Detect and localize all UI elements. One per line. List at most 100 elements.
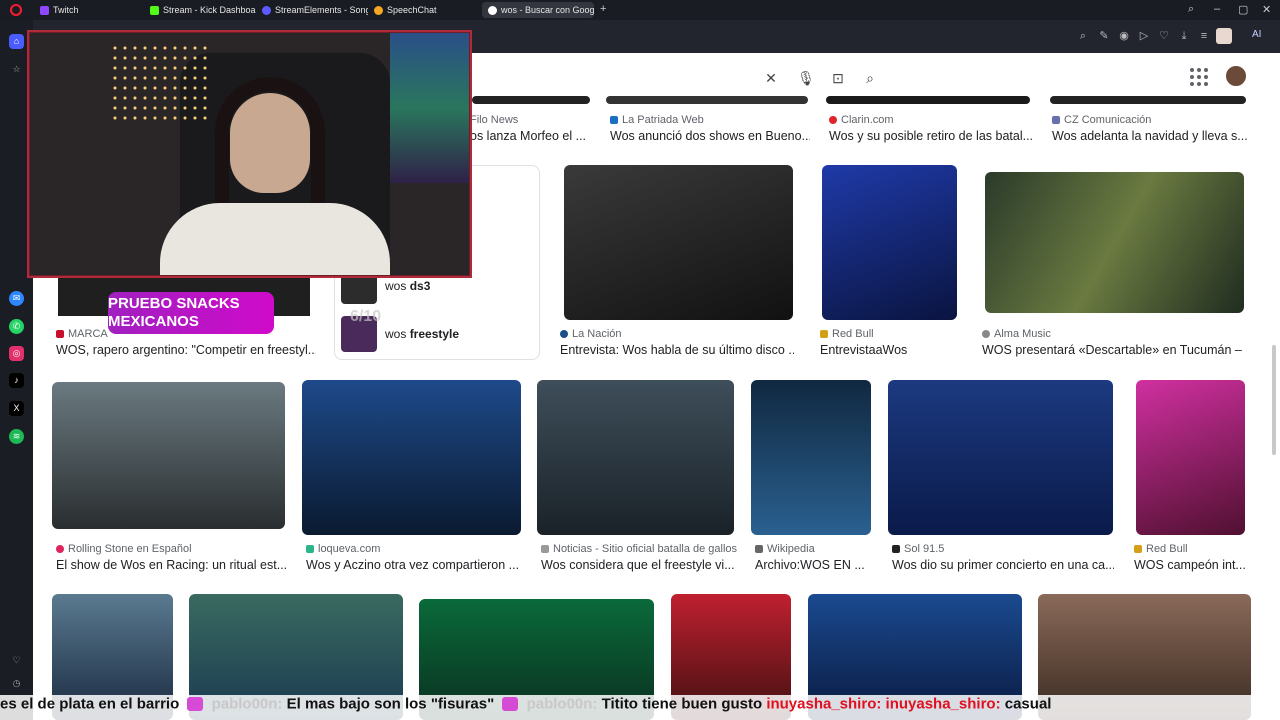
tab-label: Stream - Kick Dashboard [163, 5, 256, 15]
related-search-label: wos freestyle [385, 327, 460, 341]
page-scrollbar[interactable] [1270, 55, 1278, 695]
profile-avatar[interactable] [1216, 28, 1232, 44]
heart-sidebar-icon[interactable]: ♡ [9, 653, 24, 668]
zoom-icon[interactable]: ⌕ [1076, 29, 1090, 43]
result-caption[interactable]: Archivo:WOS EN ... [755, 558, 873, 572]
image-result[interactable] [302, 380, 521, 535]
minimize-button[interactable]: – [1214, 3, 1220, 15]
result-caption[interactable]: EntrevistaaWos [820, 343, 960, 357]
search-tabs-icon[interactable]: ⌕ [1188, 3, 1194, 16]
result-caption[interactable]: El show de Wos en Racing: un ritual est.… [56, 558, 286, 572]
result-source: loqueva.com [306, 543, 380, 555]
result-caption[interactable]: Wos y Aczino otra vez compartieron ... [306, 558, 522, 572]
edit-icon[interactable]: ✎ [1097, 29, 1111, 43]
tab-label: Twitch [53, 5, 79, 15]
result-caption[interactable]: Wos y su posible retiro de las batal... [829, 129, 1033, 143]
source-icon [56, 330, 64, 338]
maximize-button[interactable]: ▢ [1238, 3, 1248, 16]
whatsapp-icon[interactable]: ✆ [9, 319, 24, 334]
tiktok-icon[interactable]: ♪ [9, 373, 24, 388]
result-caption[interactable]: Wos dio su primer concierto en una ca... [892, 558, 1114, 572]
apps-grid-icon[interactable] [1190, 68, 1208, 86]
chat-message: casual [1004, 695, 1052, 713]
chat-username: inuyasha_shiro: [885, 695, 1001, 713]
menu-icon[interactable]: ≡ [1197, 29, 1211, 43]
result-source: Rolling Stone en Español [56, 543, 192, 555]
account-avatar[interactable] [1224, 64, 1248, 88]
star-icon[interactable]: ☆ [9, 62, 24, 77]
source-icon [541, 545, 549, 553]
opera-logo-icon[interactable] [10, 4, 22, 16]
spotify-icon[interactable]: ≋ [9, 429, 24, 444]
tab-label: StreamElements - Songreq [275, 5, 368, 15]
x-icon[interactable]: X [9, 401, 24, 416]
source-icon [820, 330, 828, 338]
instagram-icon[interactable]: ◎ [9, 346, 24, 361]
image-result[interactable] [606, 96, 808, 104]
related-search-label: wos ds3 [385, 279, 431, 293]
result-caption[interactable]: WOS presentará «Descartable» en Tucumán … [982, 343, 1246, 357]
search-icon[interactable]: ⌕ [861, 69, 879, 87]
history-icon[interactable]: ◷ [9, 676, 24, 691]
close-window-button[interactable]: ✕ [1262, 3, 1271, 16]
speechchat-icon [374, 5, 383, 15]
result-source: La Patriada Web [610, 114, 704, 126]
chat-message: Titito tiene buen gusto [601, 695, 763, 713]
result-source: Clarin.com [829, 114, 894, 126]
camera-icon[interactable]: ◉ [1117, 29, 1131, 43]
result-source: Sol 91.5 [892, 543, 944, 555]
image-result[interactable] [1050, 96, 1246, 104]
source-icon [892, 545, 900, 553]
new-tab-button[interactable]: + [600, 3, 606, 15]
tab-streamelements[interactable]: StreamElements - Songreq [256, 2, 368, 18]
chat-username: inuyasha_shiro: [766, 695, 882, 713]
source-icon [829, 116, 837, 124]
image-result[interactable] [52, 382, 285, 529]
play-icon[interactable]: ▷ [1137, 29, 1151, 43]
streamelements-icon [262, 5, 271, 15]
source-icon [56, 545, 64, 553]
source-icon [1134, 545, 1142, 553]
image-result[interactable] [751, 380, 871, 535]
tab-google-search[interactable]: wos - Buscar con Google [482, 2, 594, 18]
image-result[interactable] [826, 96, 1030, 104]
lens-search-icon[interactable]: ⊡ [829, 69, 847, 87]
scrollbar-thumb[interactable] [1272, 345, 1276, 455]
result-caption[interactable]: Wos considera que el freestyle vi... [541, 558, 735, 572]
google-icon [488, 5, 497, 15]
result-caption[interactable]: WOS, rapero argentino: "Competir en free… [56, 343, 316, 357]
image-result[interactable] [564, 165, 793, 320]
result-caption[interactable]: Wos anunció dos shows en Bueno... [610, 129, 810, 143]
result-caption[interactable]: os lanza Morfeo el ... [470, 129, 590, 143]
result-source: CZ Comunicación [1052, 114, 1151, 126]
tab-kick-dashboard[interactable]: Stream - Kick Dashboard [144, 2, 256, 18]
result-caption[interactable]: WOS campeón int... [1134, 558, 1248, 572]
clear-search-icon[interactable]: ✕ [762, 69, 780, 87]
image-result[interactable] [985, 172, 1244, 313]
result-caption[interactable]: Entrevista: Wos habla de su último disco… [560, 343, 794, 357]
chat-message: El mas bajo son los "fisuras" [286, 695, 495, 713]
result-caption[interactable]: Wos adelanta la navidad y lleva s... [1052, 129, 1248, 143]
image-result[interactable] [537, 380, 734, 535]
image-result[interactable] [888, 380, 1113, 535]
result-source: La Nación [560, 328, 622, 340]
result-source: Red Bull [820, 328, 874, 340]
home-icon[interactable]: ⌂ [9, 34, 24, 49]
messenger-icon[interactable]: ✉ [9, 291, 24, 306]
search-input[interactable] [470, 62, 890, 94]
source-icon [306, 545, 314, 553]
image-result[interactable] [822, 165, 957, 320]
heart-emote-icon [187, 697, 204, 712]
fairy-lights [110, 43, 210, 123]
source-icon [610, 116, 618, 124]
download-icon[interactable]: ⤓ [1177, 29, 1191, 43]
chat-username: pablo00n: [526, 695, 598, 713]
voice-search-icon[interactable]: 🎙 [797, 69, 815, 87]
ai-button[interactable]: AI [1252, 29, 1261, 40]
heart-icon[interactable]: ♡ [1157, 29, 1171, 43]
image-result[interactable] [1136, 380, 1245, 535]
tab-twitch[interactable]: Twitch [34, 2, 144, 18]
tab-speechchat[interactable]: SpeechChat [368, 2, 478, 18]
image-result[interactable] [472, 96, 590, 104]
source-icon [560, 330, 568, 338]
